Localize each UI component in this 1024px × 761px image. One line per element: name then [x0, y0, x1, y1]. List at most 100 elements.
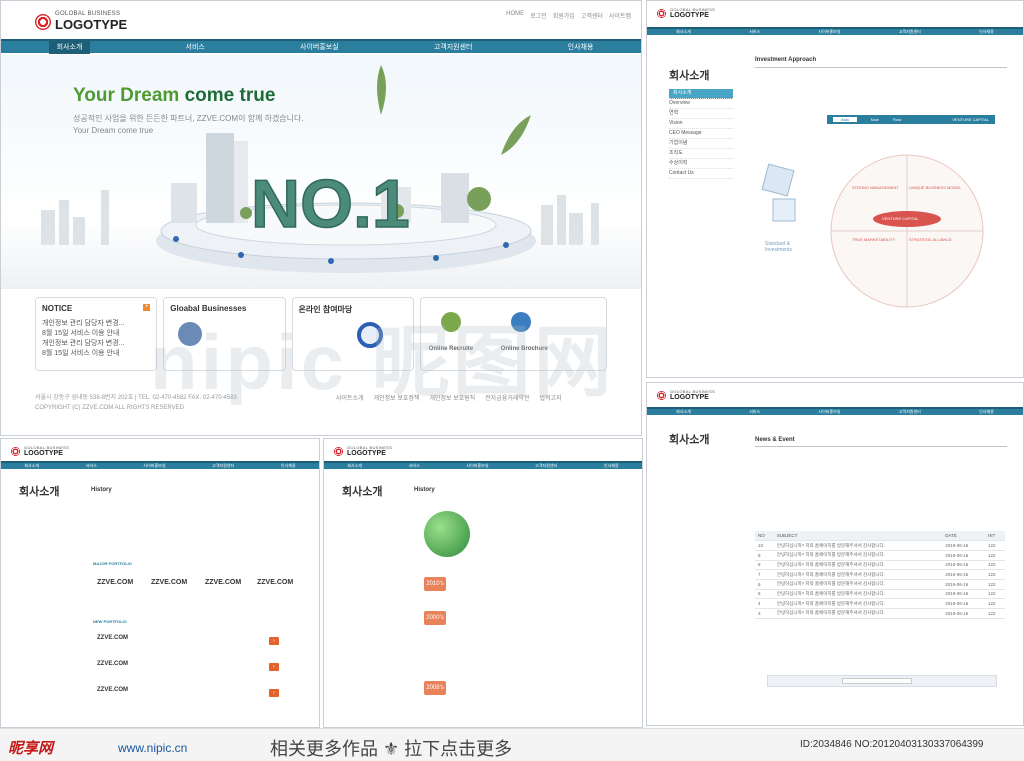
- page-title: History: [414, 487, 435, 493]
- sidebar-item-overview[interactable]: Overview: [669, 99, 733, 109]
- tab-asia[interactable]: Asia: [833, 117, 857, 122]
- year-badge[interactable]: 2000's: [424, 611, 446, 625]
- online-brochure-link[interactable]: Online Brochure: [501, 346, 548, 352]
- menu-pr[interactable]: 사이버홍보실: [818, 409, 840, 415]
- menu-pr[interactable]: 사이버홍보실: [300, 42, 339, 52]
- menu-recruit[interactable]: 인사채용: [604, 463, 619, 469]
- menu-support[interactable]: 고객지원센터: [434, 42, 473, 52]
- menu-recruit[interactable]: 인사채용: [281, 463, 296, 469]
- site-bottom-strip: 昵享网 www.nipic.cn 相关更多作品 ⚜ 拉下点击更多 ID:2034…: [0, 728, 1024, 761]
- global-business-box[interactable]: Gloabal Businesses: [163, 297, 286, 371]
- logo[interactable]: GOLOBAL BUSINESS LOGOTYPE: [657, 389, 715, 401]
- menu-company[interactable]: 회사소개: [24, 463, 39, 469]
- menu-pr[interactable]: 사이버홍보실: [466, 463, 488, 469]
- logo[interactable]: GOLOBAL BUSINESS LOGOTYPE: [11, 445, 69, 457]
- section-title: NEW PORTFOLIO: [93, 619, 127, 624]
- menu-service[interactable]: 서비스: [749, 409, 760, 415]
- topnav-sitemap[interactable]: 사이트맵: [609, 11, 631, 20]
- menu-service[interactable]: 서비스: [749, 29, 760, 35]
- online-participation-box[interactable]: 온라인 참여마당: [291, 297, 414, 371]
- portfolio-logo[interactable]: ZZVE.COM: [205, 579, 241, 586]
- notice-item[interactable]: 개인정보 관리 담당자 변경...: [42, 339, 150, 349]
- menu-service[interactable]: 서비스: [86, 463, 97, 469]
- notice-item[interactable]: 8월 15일 서비스 이용 안내: [42, 329, 150, 339]
- portfolio-logo[interactable]: ZZVE.COM: [97, 579, 133, 586]
- portfolio-logo[interactable]: ZZVE.COM: [151, 579, 187, 586]
- menu-company[interactable]: 회사소개: [347, 463, 362, 469]
- footer-link[interactable]: 사이트소개: [336, 393, 364, 402]
- menu-support[interactable]: 고객지원센터: [899, 29, 921, 35]
- menu-company[interactable]: 회사소개: [48, 40, 91, 54]
- menu-service[interactable]: 서비스: [409, 463, 420, 469]
- view-button[interactable]: ›: [269, 637, 279, 645]
- investment-diagram: [761, 154, 984, 308]
- table-row[interactable]: 7 안녕하십니까? 저희 홈페이지를 방문해주셔서 감사합니다. 2019-06-1…: [755, 569, 1005, 580]
- notice-item[interactable]: 개인정보 관리 담당자 변경...: [42, 319, 150, 329]
- logo[interactable]: GOLOBAL BUSINESS LOGOTYPE: [35, 11, 127, 32]
- logo[interactable]: GOLOBAL BUSINESS LOGOTYPE: [657, 7, 715, 19]
- quick-links-box: Online Recruite Online Brochure: [419, 297, 608, 371]
- table-row[interactable]: 5 안녕하십니까? 저희 홈페이지를 방문해주셔서 감사합니다. 2019-06-1…: [755, 589, 1005, 600]
- portfolio-logo[interactable]: ZZVE.COM: [97, 635, 128, 641]
- main-menu: 회사소개 서비스 사이버홍보실 고객지원센터 인사채용: [1, 39, 641, 54]
- footer-link[interactable]: 전자금융거래약관: [485, 393, 529, 402]
- logo-mark-icon: [35, 13, 51, 30]
- logo-mark-icon: [11, 446, 20, 456]
- sidebar-item-ceo[interactable]: CEO Message: [669, 129, 733, 139]
- view-button[interactable]: ›: [269, 663, 279, 671]
- logo-mark-icon: [334, 446, 343, 456]
- view-button[interactable]: ›: [269, 689, 279, 697]
- year-badge[interactable]: 2008's: [424, 681, 446, 695]
- topnav-login[interactable]: 로그인: [530, 11, 547, 20]
- tab-now[interactable]: Now: [871, 117, 879, 122]
- menu-recruit[interactable]: 인사채용: [979, 29, 994, 35]
- topnav-home[interactable]: HOME: [506, 11, 524, 20]
- menu-recruit[interactable]: 인사채용: [568, 42, 594, 52]
- more-works-link[interactable]: 相关更多作品 ⚜ 拉下点击更多: [270, 735, 512, 761]
- logo-mark-icon: [657, 8, 666, 18]
- sidebar-item-vision[interactable]: Vision: [669, 119, 733, 129]
- sidebar-item-history[interactable]: 연혁: [669, 109, 733, 119]
- table-row[interactable]: 9 안녕하십니까? 저희 홈페이지를 방문해주셔서 감사합니다. 2019-06-1…: [755, 550, 1005, 561]
- search-input[interactable]: [842, 678, 912, 684]
- logo[interactable]: GOLOBAL BUSINESS LOGOTYPE: [334, 445, 392, 457]
- diagram-label: UNIQUE BUSINESS MODEL: [909, 185, 962, 190]
- menu-pr[interactable]: 사이버홍보실: [143, 463, 165, 469]
- portfolio-logo[interactable]: ZZVE.COM: [97, 661, 128, 667]
- footer-link[interactable]: 법적고지: [539, 393, 561, 402]
- sidebar-item-company[interactable]: 회사소개: [669, 89, 733, 99]
- online-recruit-link[interactable]: Online Recruite: [429, 346, 473, 352]
- topnav-support[interactable]: 고객센터: [581, 11, 603, 20]
- e-globe-icon: [424, 511, 470, 557]
- table-row[interactable]: 10 안녕하십니까? 저희 홈페이지를 방문해주셔서 감사합니다. 2019-06-…: [755, 540, 1005, 551]
- notice-item[interactable]: 8월 15일 서비스 이용 안내: [42, 349, 150, 359]
- footer-link[interactable]: 개인정보 보호정책: [374, 393, 420, 402]
- table-row[interactable]: 4 안녕하십니까? 저희 홈페이지를 방문해주셔서 감사합니다. 2019-06-1…: [755, 598, 1005, 609]
- top-nav: HOME 로그인 회원가입 고객센터 사이트맵: [506, 11, 631, 20]
- menu-company[interactable]: 회사소개: [676, 29, 691, 35]
- menu-support[interactable]: 고객지원센터: [535, 463, 557, 469]
- menu-support[interactable]: 고객지원센터: [212, 463, 234, 469]
- menu-service[interactable]: 서비스: [186, 42, 205, 52]
- portfolio-logo[interactable]: ZZVE.COM: [97, 687, 128, 693]
- table-row[interactable]: 8 안녕하십니까? 저희 홈페이지를 방문해주셔서 감사합니다. 2019-06-1…: [755, 560, 1005, 571]
- diagram-label: STRONG MANAGEMENT: [852, 185, 899, 190]
- menu-support[interactable]: 고객지원센터: [899, 409, 921, 415]
- portfolio-logo[interactable]: ZZVE.COM: [257, 579, 293, 586]
- notice-more-icon[interactable]: +: [143, 304, 151, 311]
- sidebar: 회사소개: [19, 483, 83, 499]
- menu-pr[interactable]: 사이버홍보실: [818, 29, 840, 35]
- topnav-join[interactable]: 회원가입: [553, 11, 575, 20]
- footer-address: 서울시 강동구 성내동 538-8번지 202호 | TEL. 02-470-4…: [35, 395, 237, 401]
- tab-venture[interactable]: VENTURE CAPITAL: [952, 117, 995, 122]
- tab-flow[interactable]: Flow: [893, 117, 901, 122]
- footer-link[interactable]: 개인정보 보호원칙: [429, 393, 475, 402]
- menu-recruit[interactable]: 인사채용: [979, 409, 994, 415]
- table-row[interactable]: 3 안녕하십니까? 저희 홈페이지를 방문해주셔서 감사합니다. 2019-06-1…: [755, 608, 1005, 619]
- table-header-row: NO SUBJECT DATE HIT: [755, 531, 1005, 542]
- year-badge[interactable]: 2010's: [424, 577, 446, 591]
- site-url[interactable]: www.nipic.cn: [118, 741, 187, 755]
- table-row[interactable]: 6 안녕하십니까? 저희 홈페이지를 방문해주셔서 감사합니다. 2019-06-1…: [755, 579, 1005, 590]
- menu-company[interactable]: 회사소개: [676, 409, 691, 415]
- footer-links: 사이트소개 개인정보 보호정책 개인정보 보호원칙 전자금융거래약관 법적고지: [336, 393, 562, 402]
